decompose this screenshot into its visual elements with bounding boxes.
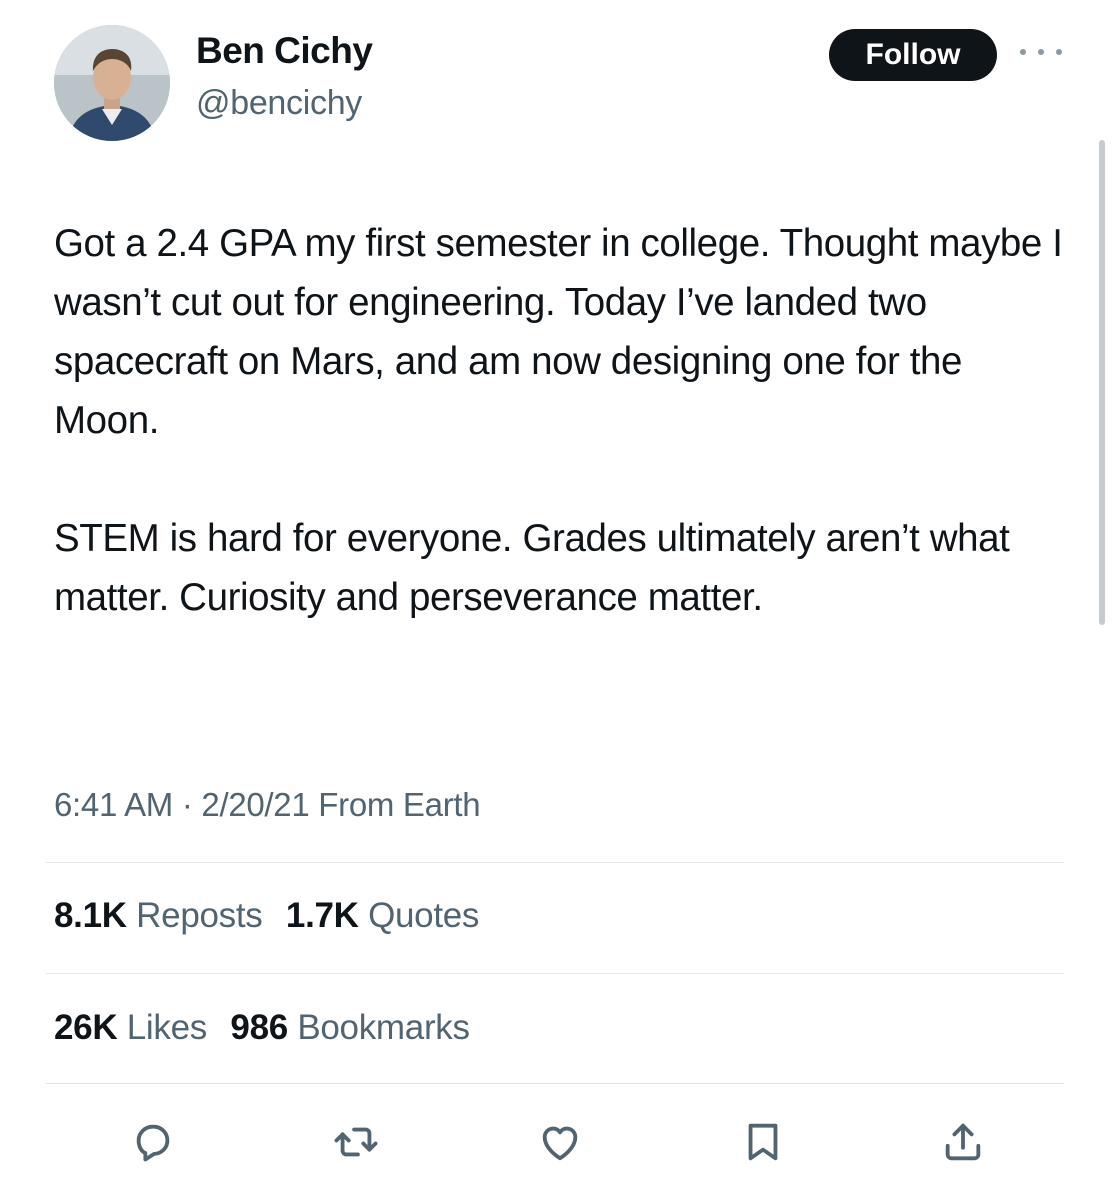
stats-row-reposts: 8.1K Reposts 1.7K Quotes [54,896,493,936]
like-icon [542,1126,578,1161]
dot [1020,49,1026,55]
share-icon [945,1123,981,1161]
avatar-portrait [54,25,170,141]
dot [1038,49,1044,55]
reply-button[interactable] [123,1112,183,1172]
scrollbar[interactable] [1099,140,1105,625]
repost-icon [334,1127,378,1157]
divider [46,862,1064,863]
share-button[interactable] [933,1112,993,1172]
stats-row-likes: 26K Likes 986 Bookmarks [54,1008,484,1048]
bookmark-button[interactable] [733,1112,793,1172]
ellipsis-icon[interactable] [1020,40,1062,64]
author-display-name[interactable]: Ben Cichy [196,30,373,72]
bookmark-icon [748,1123,778,1161]
tweet-page: Ben Cichy @bencichy Follow Got a 2.4 GPA… [0,0,1117,1200]
tweet-text: Got a 2.4 GPA my first semester in colle… [54,214,1064,627]
bookmarks-label: Bookmarks [297,1008,470,1047]
bookmarks-count: 986 [230,1008,288,1047]
dot [1056,49,1062,55]
likes-label: Likes [126,1008,208,1047]
quotes-label: Quotes [368,896,480,935]
reposts-stat[interactable]: 8.1K Reposts [54,896,263,935]
tweet-timestamp[interactable]: 6:41 AM · 2/20/21 From Earth [54,786,481,824]
likes-stat[interactable]: 26K Likes [54,1008,207,1047]
tweet-paragraph: STEM is hard for everyone. Grades ultima… [54,517,1010,619]
quotes-stat[interactable]: 1.7K Quotes [285,896,480,935]
divider [46,973,1064,974]
divider [46,1083,1064,1084]
follow-button[interactable]: Follow [829,29,997,81]
tweet-paragraph: Got a 2.4 GPA my first semester in colle… [54,222,1063,442]
author-avatar[interactable] [54,25,170,141]
action-bar [0,1112,1117,1172]
like-button[interactable] [530,1112,590,1172]
likes-count: 26K [54,1008,118,1047]
reposts-label: Reposts [136,896,263,935]
repost-button[interactable] [326,1112,386,1172]
quotes-count: 1.7K [285,896,359,935]
bookmarks-stat[interactable]: 986 Bookmarks [230,1008,470,1047]
author-handle[interactable]: @bencichy [196,84,362,123]
reposts-count: 8.1K [54,896,127,935]
reply-icon [136,1124,170,1162]
